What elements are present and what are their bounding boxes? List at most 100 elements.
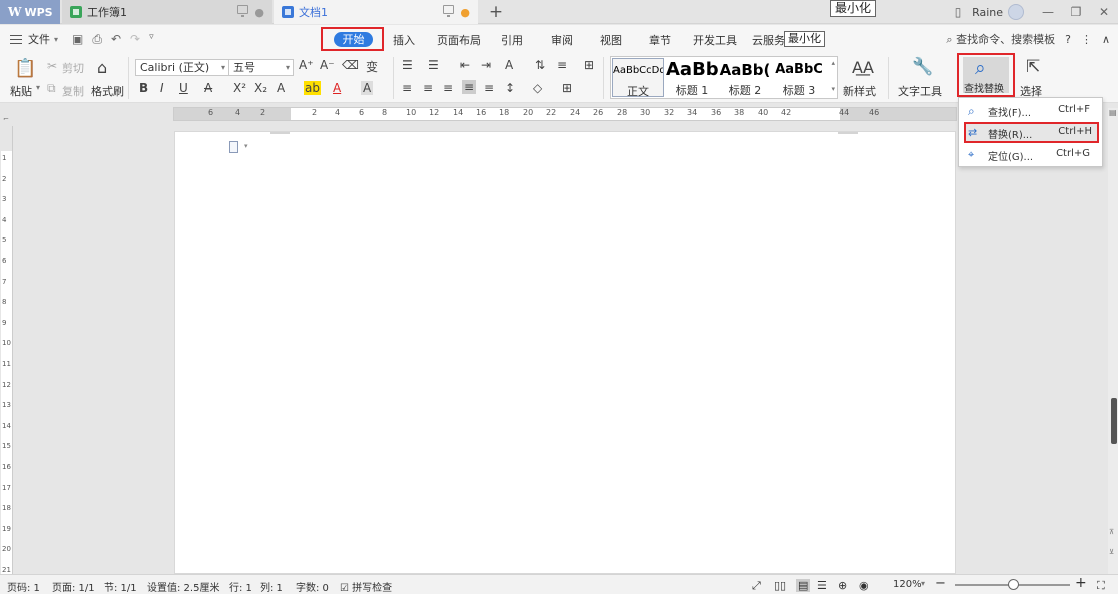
avatar[interactable] (1008, 4, 1024, 20)
sort-icon[interactable]: ⇅ (535, 58, 545, 72)
document-anchor-icon[interactable] (229, 141, 238, 153)
cut-button[interactable]: 剪切 (62, 60, 84, 76)
underline-icon[interactable]: U (179, 81, 188, 95)
justify-icon[interactable]: ≡ (462, 80, 477, 94)
fullscreen-icon[interactable]: ⤢ (752, 579, 761, 593)
font-color-icon[interactable]: A (333, 81, 341, 95)
style-normal[interactable]: AaBbCcDd 正文 (612, 58, 664, 98)
superscript-icon[interactable]: X² (233, 81, 246, 95)
zoom-level[interactable]: 120% (893, 579, 922, 590)
paragraph-spacing-icon[interactable]: ↕ (505, 81, 515, 95)
status-col[interactable]: 列: 1 (260, 579, 283, 594)
distribute-icon[interactable]: ≡ (484, 81, 494, 95)
tab-dot-icon[interactable]: ● (254, 6, 264, 19)
user-name[interactable]: Raine (972, 6, 1003, 19)
bullet-list-icon[interactable]: ☰ (402, 58, 413, 72)
italic-icon[interactable]: I (160, 81, 164, 95)
paste-icon[interactable]: 📋 (14, 58, 36, 79)
cursor-icon[interactable]: ⇱ (1026, 57, 1040, 77)
status-row[interactable]: 行: 1 (229, 579, 252, 594)
new-tab-button[interactable]: + (486, 1, 506, 23)
tab-developer[interactable]: 开发工具 (693, 32, 737, 48)
border-icon[interactable]: ⊞ (562, 81, 572, 95)
document-page[interactable]: ▾ (174, 131, 956, 574)
scroll-thumb[interactable] (1111, 398, 1117, 444)
horizontal-ruler[interactable]: 6 4 2 2 4 6 8 10 12 14 16 18 20 22 24 26 28 30 32 34 36 38 40 4… (173, 107, 957, 121)
text-direction-icon[interactable]: A (505, 58, 513, 72)
status-word-count[interactable]: 字数: 0 (296, 579, 329, 594)
strikethrough-icon[interactable]: A (204, 81, 212, 95)
undo-icon[interactable]: ↶ (111, 32, 121, 47)
find-replace-button[interactable]: ⌕ 查找替换 (963, 57, 1009, 95)
customize-icon[interactable]: ▿ (149, 32, 154, 47)
save-icon[interactable]: ▣ (72, 32, 83, 47)
table-border-icon[interactable]: ⊞ (584, 58, 594, 72)
file-menu[interactable]: 文件 (28, 31, 50, 47)
outline-view-icon[interactable]: ☰ (817, 579, 827, 592)
redo-icon[interactable]: ↷ (130, 32, 140, 47)
tab-workbook[interactable]: 工作簿1 ● (62, 0, 272, 24)
chevron-down-icon[interactable]: ▾ (921, 579, 925, 588)
line-spacing-icon[interactable]: ≡ (557, 58, 567, 72)
font-name-select[interactable]: Calibri (正文) ▾ (135, 59, 229, 76)
web-view-icon[interactable]: ⊕ (838, 579, 847, 592)
zoom-out-icon[interactable]: − (935, 576, 946, 591)
tab-start[interactable]: 开始 (334, 32, 373, 47)
align-center-icon[interactable]: ≡ (423, 81, 433, 95)
tab-view[interactable]: 视图 (600, 32, 622, 48)
help-icon[interactable]: ? (1065, 33, 1071, 46)
text-tools-button[interactable]: 文字工具 (898, 83, 942, 99)
text-effect-icon[interactable]: A (277, 81, 285, 95)
vertical-scrollbar[interactable]: ▤ ⊼ ⊻ (1108, 108, 1118, 574)
align-left-icon[interactable]: ≡ (402, 81, 412, 95)
tab-cloud[interactable]: 云服务 (752, 32, 785, 48)
spell-check-button[interactable]: ☑ 拼写检查 (340, 579, 392, 594)
scroll-up-icon[interactable]: ⊼ (1109, 528, 1114, 536)
status-pages[interactable]: 页面: 1/1 (52, 579, 95, 594)
tab-review[interactable]: 审阅 (551, 32, 573, 48)
tab-page-layout[interactable]: 页面布局 (437, 32, 481, 48)
menu-item-replace[interactable]: ⇄ 替换(R)... Ctrl+H (964, 122, 1099, 143)
eye-protection-icon[interactable]: ◉ (859, 579, 869, 592)
char-shading-icon[interactable]: A (361, 81, 374, 95)
chevron-down-icon[interactable]: ▾ (244, 142, 248, 150)
close-icon[interactable]: ✕ (1090, 5, 1118, 19)
format-painter-button[interactable]: 格式刷 (91, 83, 124, 99)
scroll-down-icon[interactable]: ⊻ (1109, 548, 1114, 556)
menu-icon[interactable] (10, 34, 22, 44)
zoom-slider-handle[interactable] (1008, 579, 1019, 590)
tab-wps[interactable]: W WPS (0, 0, 60, 24)
format-painter-icon[interactable]: ⌂ (97, 58, 107, 77)
scroll-settings-icon[interactable]: ▤ (1109, 108, 1117, 117)
status-page-number[interactable]: 页码: 1 (7, 579, 40, 594)
status-section[interactable]: 节: 1/1 (104, 579, 137, 594)
collapse-ribbon-icon[interactable]: ∧ (1102, 33, 1110, 46)
print-icon[interactable]: ⎙ (92, 32, 102, 47)
phonetic-icon[interactable]: 变 (366, 58, 378, 75)
increase-indent-icon[interactable]: ⇥ (481, 58, 491, 72)
tab-references[interactable]: 引用 (501, 32, 523, 48)
page-view-icon[interactable]: ▤ (796, 579, 811, 592)
vertical-ruler[interactable]: 1 2 3 4 5 6 7 8 9 10 11 12 13 14 15 16 17 18 19 20 21 (0, 126, 13, 574)
minimize-icon[interactable]: — (1034, 5, 1062, 19)
chevron-down-icon[interactable]: ▾ (36, 83, 40, 92)
paste-button[interactable]: 粘贴 (10, 83, 32, 99)
shrink-font-icon[interactable]: A⁻ (320, 58, 335, 72)
eraser-icon[interactable]: ⌫ (342, 58, 359, 72)
monitor-icon[interactable] (237, 5, 248, 17)
tab-insert[interactable]: 插入 (393, 32, 415, 48)
tab-stop-icon[interactable]: ⌐ (3, 115, 9, 123)
grow-font-icon[interactable]: A⁺ (299, 58, 314, 72)
tab-document[interactable]: 文档1 ● (274, 0, 478, 24)
more-icon[interactable]: ⋮ (1081, 33, 1092, 46)
shading-icon[interactable]: ◇ (533, 81, 542, 95)
copy-button[interactable]: 复制 (62, 83, 84, 99)
new-style-icon[interactable]: A͟A (852, 58, 874, 77)
menu-item-goto[interactable]: ⌖ 定位(G)... Ctrl+G (959, 144, 1102, 165)
more-styles-icon[interactable]: ▾ (831, 85, 835, 93)
reading-view-icon[interactable]: ▯▯ (774, 579, 786, 592)
chevron-down-icon[interactable]: ▾ (54, 35, 58, 44)
font-size-select[interactable]: 五号 ▾ (228, 59, 294, 76)
bold-icon[interactable]: B (139, 81, 148, 95)
highlight-icon[interactable]: ab (304, 81, 321, 95)
